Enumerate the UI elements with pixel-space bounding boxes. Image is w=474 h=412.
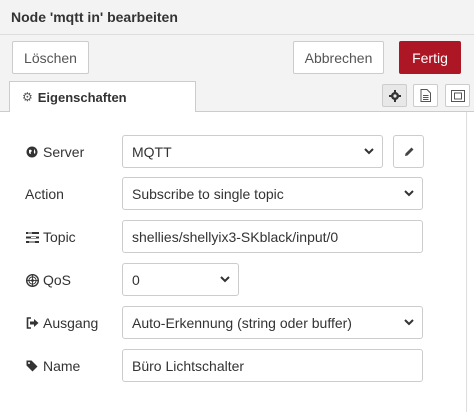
server-label: Server	[25, 142, 84, 162]
pencil-icon	[404, 147, 413, 156]
edit-server-button[interactable]	[393, 135, 424, 168]
name-label: Name	[25, 356, 80, 376]
gear-icon: ⚙	[22, 90, 33, 104]
output-label: Ausgang	[25, 313, 98, 333]
appearance-icon	[450, 89, 465, 102]
delete-button[interactable]: Löschen	[12, 41, 89, 74]
tab-description-button[interactable]	[413, 84, 438, 107]
globe-icon	[25, 146, 39, 158]
dialog-titlebar: Node 'mqtt in' bearbeiten	[0, 0, 474, 35]
done-button[interactable]: Fertig	[399, 41, 461, 74]
topic-label: Topic	[25, 227, 76, 247]
gear-icon	[388, 89, 401, 102]
tag-icon	[25, 360, 39, 372]
action-label: Action	[25, 186, 64, 202]
tab-settings-button[interactable]	[382, 84, 407, 107]
tab-appearance-button[interactable]	[445, 84, 470, 107]
output-select[interactable]: Auto-Erkennung (string oder buffer)	[122, 306, 423, 339]
sign-out-icon	[25, 317, 39, 329]
tasks-icon	[25, 231, 39, 243]
server-select[interactable]: MQTT	[122, 135, 383, 168]
name-input[interactable]: Büro Lichtschalter	[122, 349, 423, 382]
chevron-down-icon	[364, 148, 374, 155]
cancel-button[interactable]: Abbrechen	[293, 41, 384, 74]
tab-properties-label: Eigenschaften	[37, 89, 127, 105]
qos-label: QoS	[25, 270, 71, 290]
empire-icon	[25, 273, 39, 287]
description-icon	[420, 89, 431, 102]
action-select[interactable]: Subscribe to single topic	[122, 177, 423, 210]
panel-divider	[466, 112, 467, 412]
dialog-title: Node 'mqtt in' bearbeiten	[11, 9, 178, 25]
tab-properties[interactable]: ⚙ Eigenschaften	[9, 81, 196, 112]
topic-input[interactable]: shellies/shellyix3-SKblack/input/0	[122, 220, 423, 253]
qos-select[interactable]: 0	[122, 263, 239, 296]
chevron-down-icon	[220, 276, 230, 283]
chevron-down-icon	[404, 190, 414, 197]
chevron-down-icon	[404, 319, 414, 326]
